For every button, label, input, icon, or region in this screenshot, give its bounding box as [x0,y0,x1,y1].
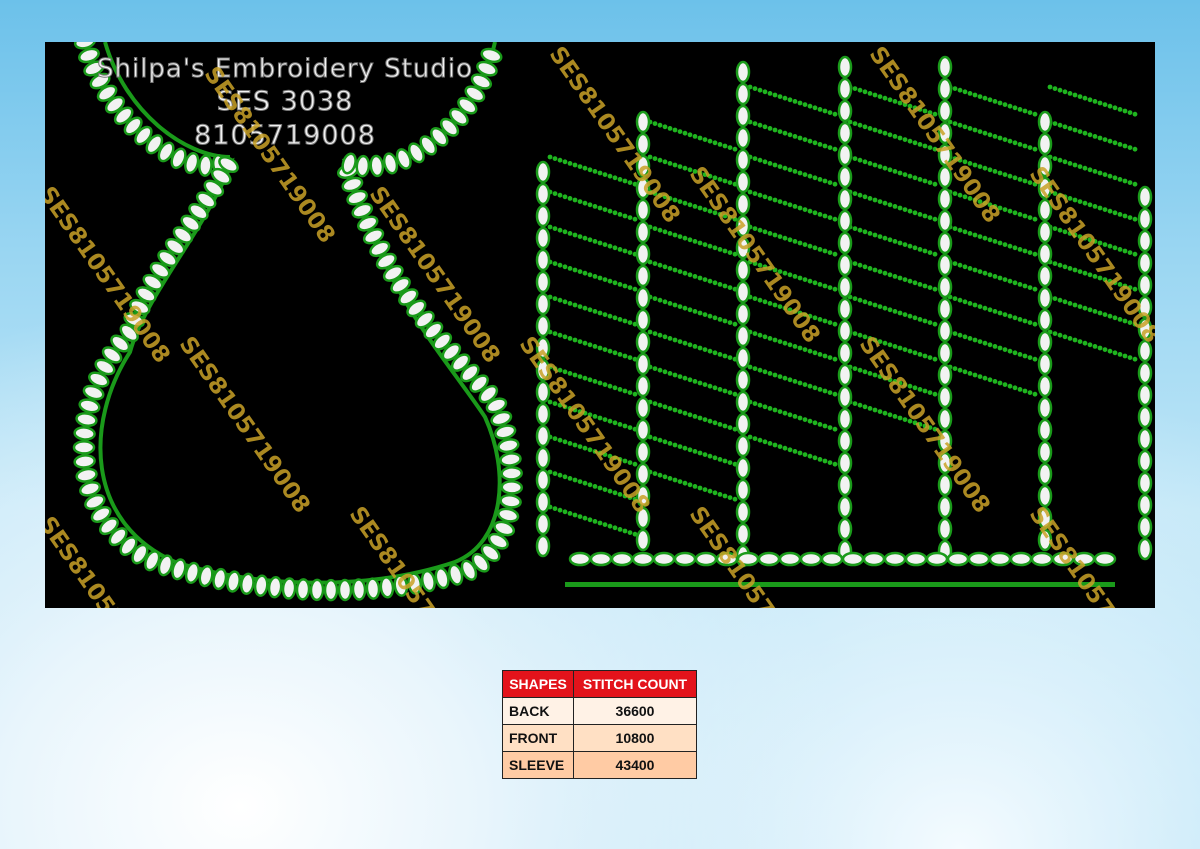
count-cell: 36600 [573,697,697,725]
embroidery-design-canvas: Shilpa's Embroidery Studio SES 3038 8105… [45,42,1155,608]
count-cell: 43400 [573,751,697,779]
stitch-count-table: SHAPES STITCH COUNT BACK 36600 FRONT 108… [502,670,697,779]
table-row: BACK 36600 [502,697,697,725]
studio-phone: 8105719008 [194,120,376,151]
shapes-header: SHAPES [502,670,574,698]
studio-name: Shilpa's Embroidery Studio [97,54,473,84]
shape-cell: BACK [502,697,574,725]
table-header-row: SHAPES STITCH COUNT [502,670,697,698]
stitch-count-header: STITCH COUNT [573,670,697,698]
shape-cell: FRONT [502,724,574,752]
table-row: SLEEVE 43400 [502,751,697,779]
table-row: FRONT 10800 [502,724,697,752]
shape-cell: SLEEVE [502,751,574,779]
count-cell: 10800 [573,724,697,752]
